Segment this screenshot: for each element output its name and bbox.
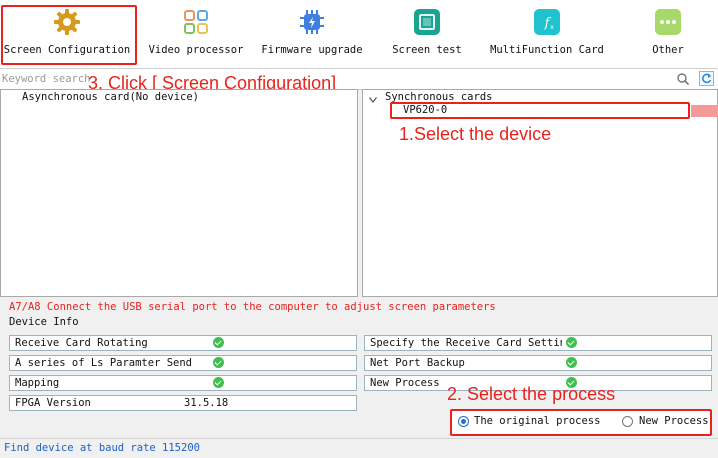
check-icon [213,337,224,348]
status-row: A series of Ls Paramter Send [9,355,357,371]
asynchronous-card-panel: Asynchronous card(No device) [0,89,358,297]
status-bar-text: Find device at baud rate 115200 [4,442,200,454]
highlight-device [390,102,690,119]
chip-icon [298,8,326,36]
synchronous-card-panel: Synchronous cards VP620-0 [362,89,718,297]
multifunction-card-label: MultiFunction Card [490,44,604,56]
check-icon [213,357,224,368]
firmware-upgrade-button[interactable]: Firmware upgrade [256,0,368,68]
device-info-title: Device Info [9,316,79,328]
status-label: Mapping [15,377,60,389]
status-row: Receive Card Rotating [9,335,357,351]
video-processor-button[interactable]: Video processor [140,0,252,68]
firmware-upgrade-label: Firmware upgrade [261,44,363,56]
function-icon: f x [533,8,561,36]
other-label: Other [652,44,684,56]
refresh-icon[interactable] [699,71,714,86]
screen-test-label: Screen test [392,44,462,56]
status-row: Specify the Receive Card Setting [364,335,712,351]
new-process-radio[interactable] [622,416,633,427]
check-icon [213,377,224,388]
status-label: A series of Ls Paramter Send [15,357,193,369]
new-process-label[interactable]: New Process [639,415,709,427]
asynchronous-card-item[interactable]: Asynchronous card(No device) [22,91,199,103]
check-icon [566,337,577,348]
check-icon [566,357,577,368]
more-icon [654,8,682,36]
screen-test-button[interactable]: Screen test [380,0,474,68]
device-row-highlight [691,105,718,117]
other-button[interactable]: Other [632,0,704,68]
chevron-down-icon[interactable] [369,94,377,106]
multifunction-card-button[interactable]: f x MultiFunction Card [488,0,606,68]
original-process-label[interactable]: The original process [474,415,600,427]
status-label: Receive Card Rotating [15,337,148,349]
annotation-step1: 1.Select the device [399,124,552,144]
status-label: New Process [370,377,440,389]
highlight-screen-configuration [1,5,137,65]
original-process-radio[interactable] [458,416,469,427]
fpga-version-value: 31.5.18 [184,397,229,409]
status-label: Net Port Backup [370,357,465,369]
usb-warning-text: A7/A8 Connect the USB serial port to the… [9,301,496,313]
svg-text:x: x [550,24,554,31]
search-icon[interactable] [676,72,690,86]
status-row: Mapping [9,375,357,391]
video-processor-label: Video processor [148,44,244,56]
status-bar: Find device at baud rate 115200 [0,438,718,458]
status-row: FPGA Version 31.5.18 [9,395,357,411]
status-row: Net Port Backup [364,355,712,371]
screen-icon [413,8,441,36]
status-label: FPGA Version [15,397,91,409]
annotation-step2: 2. Select the process [447,384,616,404]
status-label: Specify the Receive Card Setting [370,337,562,349]
grid-icon [182,8,210,36]
